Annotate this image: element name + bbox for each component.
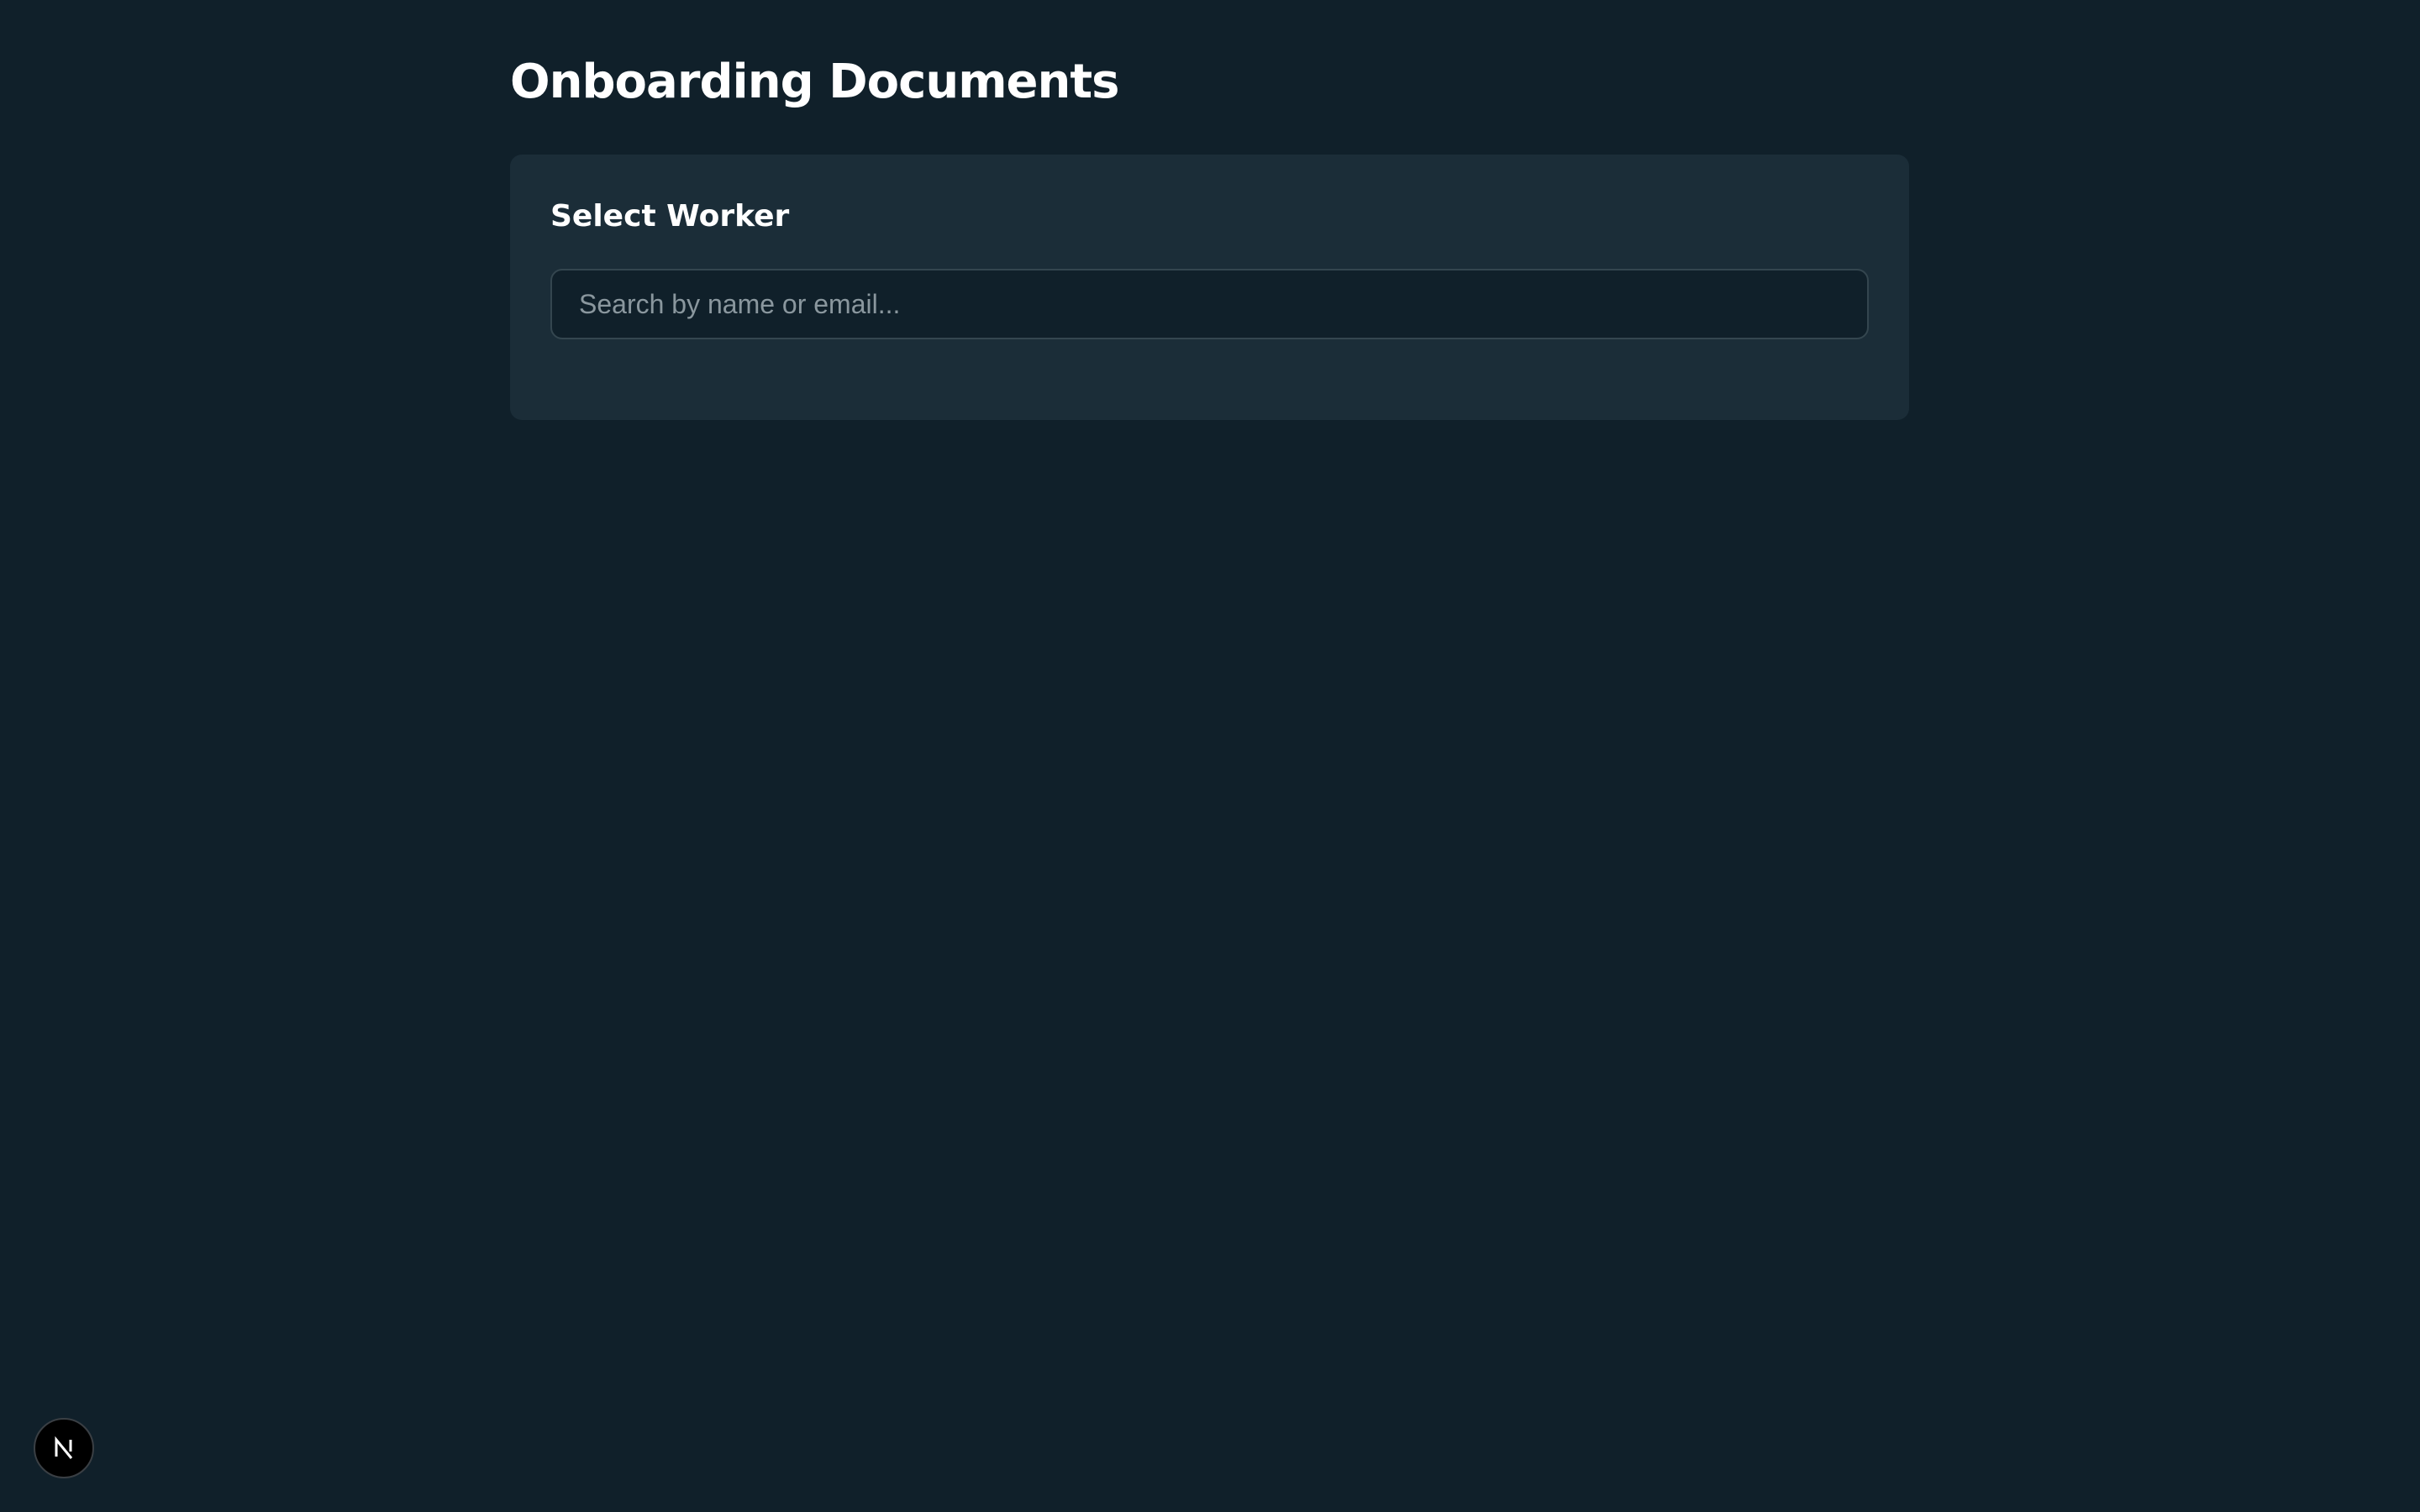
worker-search-input[interactable] — [550, 269, 1869, 339]
select-worker-title: Select Worker — [550, 199, 790, 234]
page-title: Onboarding Documents — [510, 55, 1119, 109]
nextjs-logo-icon — [55, 1436, 73, 1459]
select-worker-card: Select Worker — [510, 155, 1909, 420]
nextjs-dev-badge[interactable] — [34, 1418, 94, 1478]
